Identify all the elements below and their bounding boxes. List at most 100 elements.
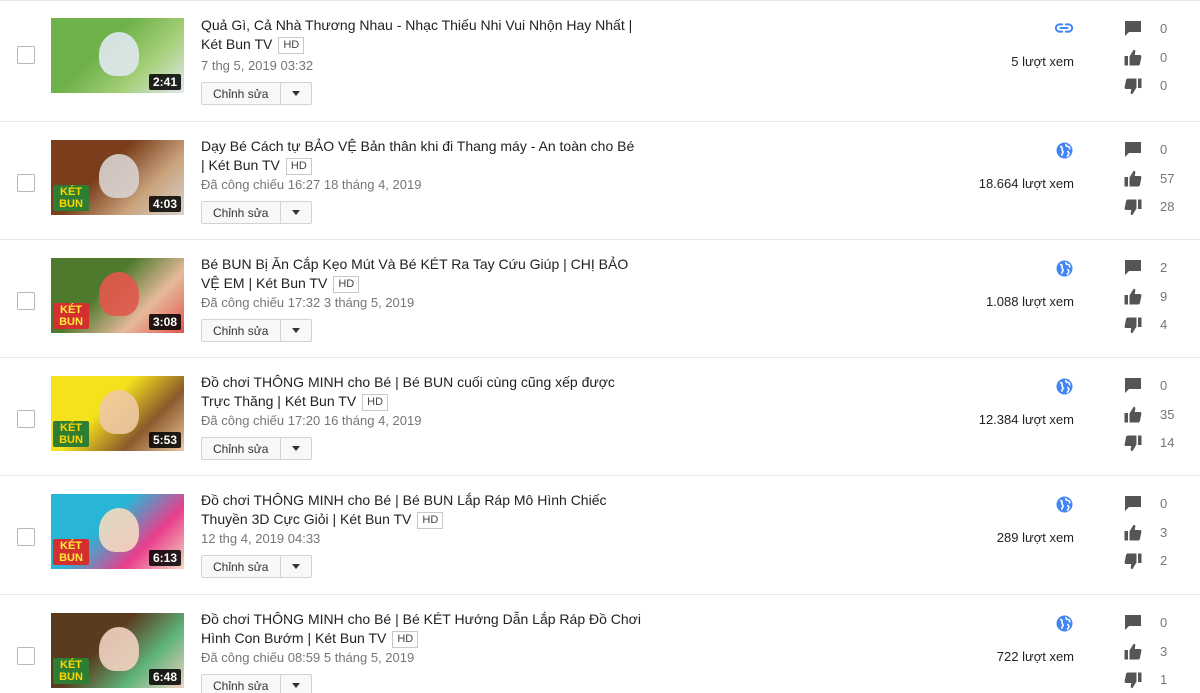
- video-row: KÉT BUN 5:53 Đồ chơi THÔNG MINH cho Bé |…: [0, 357, 1200, 475]
- video-title-text: Đồ chơi THÔNG MINH cho Bé | Bé BUN cuối …: [201, 374, 615, 409]
- video-thumbnail[interactable]: KÉT BUN 6:48: [51, 613, 184, 688]
- video-row: KÉT BUN 3:08 Bé BUN Bị Ăn Cắp Kẹo Mút Và…: [0, 239, 1200, 357]
- dislike-count: 1: [1160, 672, 1168, 687]
- like-count: 35: [1160, 407, 1175, 422]
- hd-badge: HD: [392, 631, 419, 648]
- video-thumbnail[interactable]: KÉT BUN 6:13: [51, 494, 184, 569]
- video-title[interactable]: Đồ chơi THÔNG MINH cho Bé | Bé BUN Lắp R…: [201, 491, 641, 529]
- select-checkbox[interactable]: [17, 46, 35, 64]
- comment-count: 0: [1160, 615, 1168, 630]
- dislike-count: 0: [1160, 78, 1168, 93]
- video-date: Đã công chiếu 16:27 18 tháng 4, 2019: [201, 177, 422, 192]
- edit-button-label: Chỉnh sửa: [213, 323, 269, 338]
- like-icon[interactable]: [1123, 48, 1143, 66]
- video-thumbnail[interactable]: KÉT BUN 5:53: [51, 376, 184, 451]
- edit-menu-toggle[interactable]: [280, 675, 311, 693]
- dislike-icon[interactable]: [1123, 552, 1143, 570]
- channel-logo: KÉT BUN: [53, 185, 89, 211]
- video-date: Đã công chiếu 08:59 5 tháng 5, 2019: [201, 650, 415, 665]
- comment-icon[interactable]: [1123, 613, 1143, 631]
- select-checkbox[interactable]: [17, 292, 35, 310]
- view-count: 289 lượt xem: [996, 530, 1074, 545]
- duration-badge: 2:41: [148, 74, 181, 90]
- video-title-text: Bé BUN Bị Ăn Cắp Kẹo Mút Và Bé KÉT Ra Ta…: [201, 256, 629, 291]
- chevron-down-icon: [292, 210, 300, 215]
- duration-badge: 6:48: [148, 669, 181, 685]
- select-checkbox[interactable]: [17, 174, 35, 192]
- edit-dropdown[interactable]: Chỉnh sửa: [201, 555, 312, 578]
- globe-icon[interactable]: [1055, 259, 1073, 277]
- video-title-text: Đồ chơi THÔNG MINH cho Bé | Bé KÉT Hướng…: [201, 611, 641, 646]
- globe-icon[interactable]: [1055, 495, 1073, 513]
- hd-badge: HD: [278, 37, 305, 54]
- select-checkbox[interactable]: [17, 647, 35, 665]
- dislike-icon[interactable]: [1123, 198, 1143, 216]
- link-icon[interactable]: [1055, 19, 1073, 37]
- edit-menu-toggle[interactable]: [280, 556, 311, 577]
- like-icon[interactable]: [1123, 405, 1143, 423]
- edit-dropdown[interactable]: Chỉnh sửa: [201, 201, 312, 224]
- edit-button-label: Chỉnh sửa: [213, 205, 269, 220]
- video-date: 7 thg 5, 2019 03:32: [201, 58, 314, 73]
- channel-logo: KÉT BUN: [53, 539, 89, 565]
- duration-badge: 6:13: [148, 550, 181, 566]
- comment-icon[interactable]: [1123, 258, 1143, 276]
- edit-menu-toggle[interactable]: [280, 202, 311, 223]
- video-title[interactable]: Đồ chơi THÔNG MINH cho Bé | Bé KÉT Hướng…: [201, 610, 641, 648]
- like-count: 57: [1160, 171, 1175, 186]
- video-thumbnail[interactable]: 2:41: [51, 18, 184, 93]
- video-list: 2:41 Quả Gì, Cả Nhà Thương Nhau - Nhạc T…: [0, 0, 1200, 693]
- dislike-count: 14: [1160, 435, 1175, 450]
- edit-dropdown[interactable]: Chỉnh sửa: [201, 319, 312, 342]
- dislike-icon[interactable]: [1123, 671, 1143, 689]
- video-title[interactable]: Dạy Bé Cách tự BẢO VỆ Bản thân khi đi Th…: [201, 137, 641, 175]
- video-title[interactable]: Đồ chơi THÔNG MINH cho Bé | Bé BUN cuối …: [201, 373, 641, 411]
- video-row: KÉT BUN 4:03 Dạy Bé Cách tự BẢO VỆ Bản t…: [0, 121, 1200, 239]
- like-count: 3: [1160, 525, 1168, 540]
- video-title[interactable]: Quả Gì, Cả Nhà Thương Nhau - Nhạc Thiếu …: [201, 16, 641, 54]
- chevron-down-icon: [292, 446, 300, 451]
- video-title-text: Đồ chơi THÔNG MINH cho Bé | Bé BUN Lắp R…: [201, 492, 607, 527]
- video-title[interactable]: Bé BUN Bị Ăn Cắp Kẹo Mút Và Bé KÉT Ra Ta…: [201, 255, 641, 293]
- comment-icon[interactable]: [1123, 494, 1143, 512]
- dislike-icon[interactable]: [1123, 77, 1143, 95]
- hd-badge: HD: [333, 276, 360, 293]
- select-checkbox[interactable]: [17, 410, 35, 428]
- edit-dropdown[interactable]: Chỉnh sửa: [201, 437, 312, 460]
- like-icon[interactable]: [1123, 169, 1143, 187]
- edit-button-label: Chỉnh sửa: [213, 441, 269, 456]
- comment-icon[interactable]: [1123, 19, 1143, 37]
- edit-dropdown[interactable]: Chỉnh sửa: [201, 674, 312, 693]
- video-thumbnail[interactable]: KÉT BUN 4:03: [51, 140, 184, 215]
- like-icon[interactable]: [1123, 523, 1143, 541]
- channel-logo: KÉT BUN: [53, 658, 89, 684]
- dislike-icon[interactable]: [1123, 434, 1143, 452]
- edit-button-label: Chỉnh sửa: [213, 678, 269, 693]
- video-thumbnail[interactable]: KÉT BUN 3:08: [51, 258, 184, 333]
- globe-icon[interactable]: [1055, 141, 1073, 159]
- like-icon[interactable]: [1123, 287, 1143, 305]
- comment-count: 0: [1160, 378, 1168, 393]
- view-count: 12.384 lượt xem: [978, 412, 1074, 427]
- duration-badge: 5:53: [148, 432, 181, 448]
- dislike-icon[interactable]: [1123, 316, 1143, 334]
- comment-count: 2: [1160, 260, 1168, 275]
- edit-menu-toggle[interactable]: [280, 320, 311, 341]
- comment-icon[interactable]: [1123, 376, 1143, 394]
- video-date: Đã công chiếu 17:20 16 tháng 4, 2019: [201, 413, 422, 428]
- comment-icon[interactable]: [1123, 140, 1143, 158]
- globe-icon[interactable]: [1055, 377, 1073, 395]
- duration-badge: 3:08: [148, 314, 181, 330]
- select-checkbox[interactable]: [17, 528, 35, 546]
- channel-logo: KÉT BUN: [53, 421, 89, 447]
- edit-menu-toggle[interactable]: [280, 83, 311, 104]
- edit-dropdown[interactable]: Chỉnh sửa: [201, 82, 312, 105]
- edit-button-label: Chỉnh sửa: [213, 559, 269, 574]
- like-icon[interactable]: [1123, 642, 1143, 660]
- chevron-down-icon: [292, 564, 300, 569]
- comment-count: 0: [1160, 142, 1168, 157]
- edit-menu-toggle[interactable]: [280, 438, 311, 459]
- globe-icon[interactable]: [1055, 614, 1073, 632]
- view-count: 5 lượt xem: [1011, 54, 1074, 69]
- video-title-text: Dạy Bé Cách tự BẢO VỆ Bản thân khi đi Th…: [201, 138, 635, 173]
